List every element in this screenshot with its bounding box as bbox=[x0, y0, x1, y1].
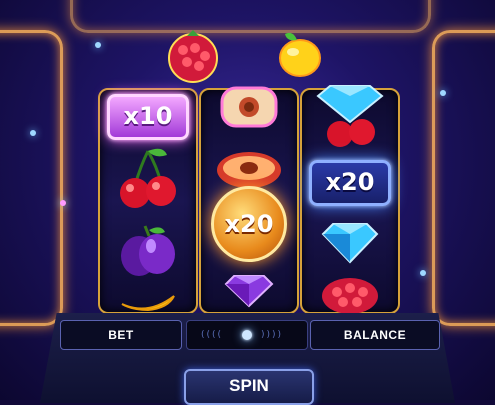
indicator-light bbox=[242, 330, 252, 340]
raspberry-icon bbox=[322, 278, 378, 314]
neon-frame-top bbox=[70, 0, 431, 33]
slot-reels: x10 x20 x20 bbox=[98, 85, 400, 314]
plum-half-icon bbox=[220, 86, 278, 128]
sparkle bbox=[420, 270, 426, 276]
sparkle bbox=[440, 90, 446, 96]
sparkle bbox=[30, 130, 36, 136]
ripple-left: (((( bbox=[201, 330, 224, 340]
reel-2: x20 bbox=[199, 86, 299, 314]
banana-icon bbox=[121, 295, 175, 312]
balance-field[interactable]: BALANCE bbox=[310, 320, 440, 350]
raspberry-icon bbox=[168, 30, 218, 83]
diamond-purple-icon bbox=[224, 275, 274, 308]
ripple-right: )))) bbox=[261, 330, 284, 340]
sparkle bbox=[60, 200, 66, 206]
cherry-icon bbox=[327, 119, 375, 147]
multiplier-coin: x20 bbox=[211, 186, 287, 262]
diamond-blue-icon bbox=[321, 223, 379, 264]
reel-3: x20 bbox=[300, 85, 400, 314]
multiplier-badge: x10 bbox=[107, 94, 189, 140]
neon-frame-left bbox=[0, 30, 63, 326]
neon-frame-right bbox=[432, 30, 495, 326]
bet-field[interactable]: BET bbox=[60, 320, 182, 350]
lemon-icon bbox=[279, 32, 321, 77]
multiplier-badge: x20 bbox=[309, 160, 391, 206]
plum-icon bbox=[121, 225, 175, 276]
spin-indicator: (((( )))) bbox=[186, 320, 308, 350]
reel-1: x10 bbox=[98, 88, 198, 314]
cherry-icon bbox=[120, 148, 176, 208]
sparkle bbox=[95, 42, 101, 48]
